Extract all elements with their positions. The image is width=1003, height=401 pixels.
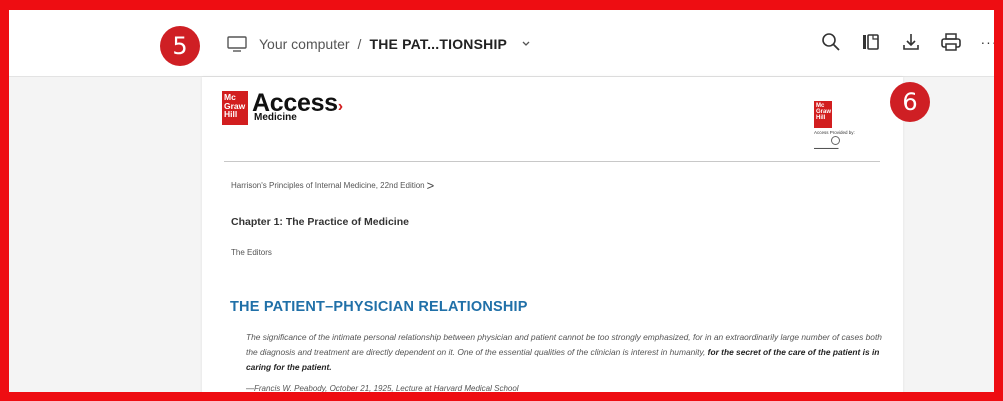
more-options-button[interactable]: ··· — [979, 30, 998, 54]
arrow-icon: › — [337, 98, 344, 115]
file-name[interactable]: THE PAT...TIONSHIP — [369, 36, 507, 52]
search-button[interactable] — [819, 30, 843, 54]
breadcrumb-separator: / — [357, 36, 362, 52]
breadcrumb-location[interactable]: Your computer — [259, 36, 350, 52]
quote-attribution: —Francis W. Peabody, October 21, 1925, L… — [246, 384, 519, 393]
search-icon — [822, 33, 840, 51]
more-icon: ··· — [980, 34, 998, 50]
institution-name: ▬▬▬▬▬▬▬ — [814, 146, 839, 150]
chapter-title: Chapter 1: The Practice of Medicine — [231, 216, 409, 228]
access-medicine-logo: Mc Graw Hill Access› Medicine — [222, 91, 343, 125]
chevron-down-icon[interactable] — [521, 40, 531, 48]
step-badge-6: 6 — [890, 82, 930, 122]
section-heading: THE PATIENT–PHYSICIAN RELATIONSHIP — [230, 299, 528, 315]
computer-icon — [227, 36, 247, 52]
mcgraw-hill-small-logo: Mc Graw Hill — [814, 101, 832, 128]
print-icon — [941, 33, 961, 51]
highlight-frame: Your computer / THE PAT...TIONSHIP ··· M… — [0, 0, 1003, 401]
download-icon — [903, 34, 919, 50]
mcgraw-hill-logo: Mc Graw Hill — [222, 91, 248, 125]
download-button[interactable] — [899, 30, 923, 54]
chapter-authors: The Editors — [231, 248, 272, 257]
publisher-block: Mc Graw Hill Access Provided by: ▬▬▬▬▬▬▬ — [814, 101, 866, 150]
document-page: Mc Graw Hill Access› Medicine Mc Graw Hi… — [202, 77, 903, 393]
book-title[interactable]: Harrison's Principles of Internal Medici… — [231, 181, 425, 190]
print-button[interactable] — [939, 30, 963, 54]
book-breadcrumb[interactable]: Harrison's Principles of Internal Medici… — [231, 177, 435, 193]
breadcrumb: Your computer / THE PAT...TIONSHIP — [227, 32, 531, 56]
chevron-right-icon: > — [426, 177, 435, 193]
step-badge-5: 5 — [160, 26, 200, 66]
header-divider — [224, 161, 880, 162]
epigraph-quote: The significance of the intimate persona… — [246, 330, 882, 375]
access-provided-by: Access Provided by: — [814, 130, 855, 135]
viewer-toolbar: Your computer / THE PAT...TIONSHIP ··· — [9, 10, 994, 77]
page-view-icon — [863, 34, 879, 50]
institution-seal-icon — [831, 136, 840, 145]
page-view-button[interactable] — [859, 30, 883, 54]
